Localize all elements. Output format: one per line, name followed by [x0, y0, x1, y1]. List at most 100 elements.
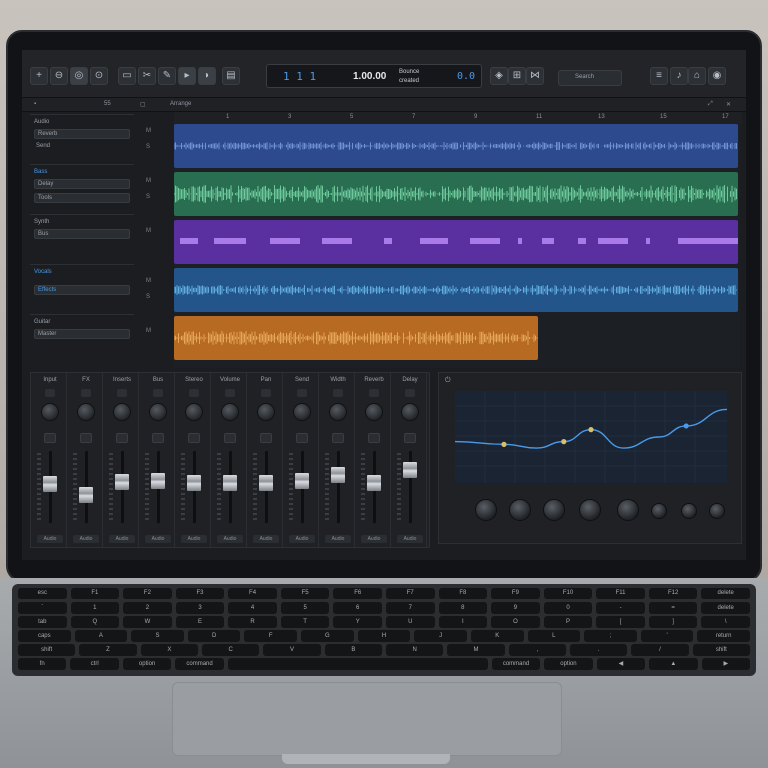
eq-power-icon[interactable]: ⏻: [445, 377, 451, 385]
insert-slot[interactable]: [296, 433, 308, 443]
send-select[interactable]: Tools: [34, 193, 130, 203]
insert-select[interactable]: Delay: [34, 179, 130, 189]
key[interactable]: 3: [175, 602, 225, 614]
key[interactable]: V: [263, 644, 321, 656]
search-input[interactable]: Search: [558, 70, 622, 86]
input-icon[interactable]: [369, 389, 379, 397]
eq-knob[interactable]: [617, 499, 639, 521]
mute-icon[interactable]: M: [146, 328, 151, 334]
key[interactable]: `: [18, 602, 67, 614]
key[interactable]: ctrl: [70, 658, 119, 670]
browser-icon[interactable]: ◉: [708, 67, 726, 85]
insert-slot[interactable]: [332, 433, 344, 443]
key[interactable]: 8: [438, 602, 488, 614]
volume-fader[interactable]: [331, 466, 345, 483]
add-track-icon[interactable]: +: [30, 67, 48, 85]
track-header[interactable]: Bass Delay Tools: [30, 164, 134, 212]
track-header[interactable]: Synth Bus: [30, 214, 134, 262]
volume-fader[interactable]: [403, 461, 417, 478]
volume-fader[interactable]: [115, 473, 129, 490]
key[interactable]: 6: [333, 602, 382, 614]
input-icon[interactable]: [225, 389, 235, 397]
insert-select[interactable]: Bus: [34, 229, 130, 239]
key[interactable]: shift: [18, 644, 76, 656]
key[interactable]: shift: [692, 644, 750, 656]
input-icon[interactable]: [333, 389, 343, 397]
timeline-ruler[interactable]: 1 3 5 7 9 11 13 15 17: [174, 112, 742, 124]
key[interactable]: P: [543, 616, 593, 628]
key[interactable]: B: [324, 644, 382, 656]
key[interactable]: F10: [543, 588, 593, 599]
key[interactable]: M: [447, 644, 505, 656]
key[interactable]: ◀: [596, 658, 646, 670]
insert-slot[interactable]: [404, 433, 416, 443]
key[interactable]: S: [131, 630, 184, 642]
key[interactable]: F7: [386, 588, 435, 599]
key[interactable]: A: [74, 630, 128, 642]
track-header[interactable]: Audio Reverb Send: [30, 114, 134, 162]
pan-knob[interactable]: [257, 403, 275, 421]
key[interactable]: fn: [18, 658, 67, 670]
key[interactable]: C: [202, 644, 260, 656]
key[interactable]: 7: [386, 602, 435, 614]
input-icon[interactable]: [45, 389, 55, 397]
insert-select[interactable]: Master: [34, 329, 130, 339]
record-icon[interactable]: ⊖: [50, 67, 68, 85]
volume-fader[interactable]: [259, 475, 273, 491]
insert-slot[interactable]: [188, 433, 200, 443]
key[interactable]: ▲: [649, 658, 698, 670]
key[interactable]: K: [470, 630, 524, 642]
key[interactable]: U: [386, 616, 435, 628]
insert-slot[interactable]: [224, 433, 236, 443]
key[interactable]: N: [386, 644, 444, 656]
key[interactable]: F5: [280, 588, 330, 599]
scissors-icon[interactable]: ✂: [138, 67, 156, 85]
eq-knob[interactable]: [681, 503, 697, 519]
key[interactable]: command: [175, 658, 224, 670]
key[interactable]: delete: [701, 588, 750, 599]
insert-slot[interactable]: [152, 433, 164, 443]
key[interactable]: esc: [18, 588, 67, 599]
key[interactable]: F9: [491, 588, 540, 599]
key[interactable]: T: [280, 616, 330, 628]
key[interactable]: =: [648, 602, 698, 614]
list-icon[interactable]: ≡: [650, 67, 668, 85]
mute-icon[interactable]: M: [146, 278, 151, 284]
insert-slot[interactable]: [44, 433, 56, 443]
key[interactable]: \: [701, 616, 750, 628]
key[interactable]: L: [527, 630, 581, 642]
metronome-icon[interactable]: ◈: [490, 67, 508, 85]
key[interactable]: 9: [491, 602, 540, 614]
key[interactable]: 0: [543, 602, 593, 614]
eq-knob[interactable]: [651, 503, 667, 519]
key[interactable]: 1: [70, 602, 120, 614]
library-icon[interactable]: ⌂: [688, 67, 706, 85]
key[interactable]: ,: [508, 644, 566, 656]
key[interactable]: F4: [228, 588, 277, 599]
solo-icon[interactable]: S: [146, 294, 150, 300]
mute-icon[interactable]: M: [146, 178, 151, 184]
key[interactable]: F6: [333, 588, 382, 599]
key[interactable]: -: [596, 602, 645, 614]
input-icon[interactable]: [153, 389, 163, 397]
volume-fader[interactable]: [151, 472, 165, 489]
key[interactable]: F11: [596, 588, 645, 599]
key[interactable]: Z: [79, 644, 137, 656]
volume-fader[interactable]: [367, 475, 381, 491]
pan-knob[interactable]: [401, 403, 419, 421]
mute-icon[interactable]: M: [146, 128, 151, 134]
key[interactable]: 4: [228, 602, 277, 614]
key[interactable]: return: [697, 630, 750, 642]
key[interactable]: ': [640, 630, 694, 642]
eq-knob[interactable]: [543, 499, 565, 521]
input-icon[interactable]: [189, 389, 199, 397]
pan-knob[interactable]: [41, 403, 59, 421]
key[interactable]: [: [596, 616, 645, 628]
input-icon[interactable]: [117, 389, 127, 397]
pan-knob[interactable]: [77, 403, 95, 421]
insert-slot[interactable]: [116, 433, 128, 443]
input-icon[interactable]: [405, 389, 415, 397]
key[interactable]: H: [357, 630, 411, 642]
midi-region-purple[interactable]: [174, 220, 738, 264]
pan-knob[interactable]: [365, 403, 383, 421]
